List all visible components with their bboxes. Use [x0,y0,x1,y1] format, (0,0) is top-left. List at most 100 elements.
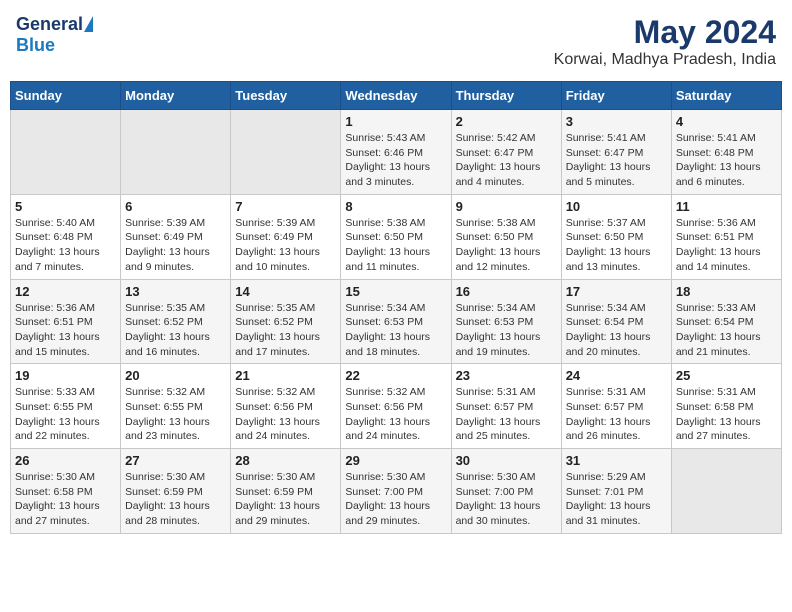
day-info: Sunrise: 5:38 AM Sunset: 6:50 PM Dayligh… [345,216,446,275]
day-info: Sunrise: 5:38 AM Sunset: 6:50 PM Dayligh… [456,216,557,275]
calendar-cell: 29Sunrise: 5:30 AM Sunset: 7:00 PM Dayli… [341,449,451,534]
day-info: Sunrise: 5:34 AM Sunset: 6:53 PM Dayligh… [345,301,446,360]
day-info: Sunrise: 5:39 AM Sunset: 6:49 PM Dayligh… [235,216,336,275]
day-number: 30 [456,453,557,468]
calendar-cell: 16 Sunrise: 5:34 AM Sunset: 6:53 PM Dayli… [451,279,561,364]
day-info: Sunrise: 5:30 AM Sunset: 6:59 PM Dayligh… [235,470,336,529]
day-number: 12 [15,284,116,299]
calendar-cell: 17Sunrise: 5:34 AM Sunset: 6:54 PM Dayli… [561,279,671,364]
day-info: Sunrise: 5:42 AM Sunset: 6:47 PM Dayligh… [456,131,557,190]
day-info: Sunrise: 5:36 AM Sunset: 6:51 PM Dayligh… [676,216,777,275]
calendar-cell: 3 Sunrise: 5:41 AM Sunset: 6:47 PM Daylig… [561,110,671,195]
calendar-cell: 27 Sunrise: 5:30 AM Sunset: 6:59 PM Dayli… [121,449,231,534]
day-header-thursday: Thursday [451,82,561,110]
location-subtitle: Korwai, Madhya Pradesh, India [554,51,776,69]
calendar-cell: 18Sunrise: 5:33 AM Sunset: 6:54 PM Dayli… [671,279,781,364]
calendar-cell: 25 Sunrise: 5:31 AM Sunset: 6:58 PM Dayli… [671,364,781,449]
logo: General Blue [16,14,93,56]
day-number: 25 [676,368,777,383]
calendar-cell: 19 Sunrise: 5:33 AM Sunset: 6:55 PM Dayli… [11,364,121,449]
title-area: May 2024 Korwai, Madhya Pradesh, India [554,14,776,69]
day-number: 15 [345,284,446,299]
calendar-cell: 4Sunrise: 5:41 AM Sunset: 6:48 PM Daylig… [671,110,781,195]
calendar-cell: 7 Sunrise: 5:39 AM Sunset: 6:49 PM Daylig… [231,194,341,279]
logo-blue-text: Blue [16,35,55,56]
day-info: Sunrise: 5:30 AM Sunset: 7:00 PM Dayligh… [456,470,557,529]
calendar-cell: 9 Sunrise: 5:38 AM Sunset: 6:50 PM Daylig… [451,194,561,279]
days-header-row: SundayMondayTuesdayWednesdayThursdayFrid… [11,82,782,110]
day-number: 23 [456,368,557,383]
calendar-cell: 10 Sunrise: 5:37 AM Sunset: 6:50 PM Dayli… [561,194,671,279]
calendar-cell: 30 Sunrise: 5:30 AM Sunset: 7:00 PM Dayli… [451,449,561,534]
day-header-tuesday: Tuesday [231,82,341,110]
day-number: 8 [345,199,446,214]
day-header-monday: Monday [121,82,231,110]
calendar-title: May 2024 [554,14,776,51]
day-number: 13 [125,284,226,299]
day-number: 26 [15,453,116,468]
calendar-cell: 31 Sunrise: 5:29 AM Sunset: 7:01 PM Dayli… [561,449,671,534]
calendar-cell: 14Sunrise: 5:35 AM Sunset: 6:52 PM Dayli… [231,279,341,364]
day-info: Sunrise: 5:35 AM Sunset: 6:52 PM Dayligh… [125,301,226,360]
day-header-sunday: Sunday [11,82,121,110]
day-number: 16 [456,284,557,299]
calendar-cell: 20 Sunrise: 5:32 AM Sunset: 6:55 PM Dayli… [121,364,231,449]
week-row-3: 12Sunrise: 5:36 AM Sunset: 6:51 PM Dayli… [11,279,782,364]
day-info: Sunrise: 5:30 AM Sunset: 6:58 PM Dayligh… [15,470,116,529]
day-number: 5 [15,199,116,214]
calendar-cell: 15 Sunrise: 5:34 AM Sunset: 6:53 PM Dayli… [341,279,451,364]
day-info: Sunrise: 5:31 AM Sunset: 6:57 PM Dayligh… [566,385,667,444]
calendar-cell [121,110,231,195]
day-info: Sunrise: 5:29 AM Sunset: 7:01 PM Dayligh… [566,470,667,529]
logo-triangle-icon [84,16,93,32]
day-number: 29 [345,453,446,468]
day-number: 20 [125,368,226,383]
day-info: Sunrise: 5:33 AM Sunset: 6:55 PM Dayligh… [15,385,116,444]
day-info: Sunrise: 5:34 AM Sunset: 6:53 PM Dayligh… [456,301,557,360]
calendar-cell: 2 Sunrise: 5:42 AM Sunset: 6:47 PM Daylig… [451,110,561,195]
calendar-cell: 13 Sunrise: 5:35 AM Sunset: 6:52 PM Dayli… [121,279,231,364]
day-number: 22 [345,368,446,383]
day-number: 19 [15,368,116,383]
day-info: Sunrise: 5:31 AM Sunset: 6:58 PM Dayligh… [676,385,777,444]
day-info: Sunrise: 5:32 AM Sunset: 6:55 PM Dayligh… [125,385,226,444]
calendar-cell: 6 Sunrise: 5:39 AM Sunset: 6:49 PM Daylig… [121,194,231,279]
day-number: 27 [125,453,226,468]
calendar-cell: 8 Sunrise: 5:38 AM Sunset: 6:50 PM Daylig… [341,194,451,279]
day-info: Sunrise: 5:37 AM Sunset: 6:50 PM Dayligh… [566,216,667,275]
calendar-cell [231,110,341,195]
day-number: 6 [125,199,226,214]
day-number: 7 [235,199,336,214]
header: General Blue May 2024 Korwai, Madhya Pra… [10,10,782,73]
calendar-table: SundayMondayTuesdayWednesdayThursdayFrid… [10,81,782,534]
day-info: Sunrise: 5:31 AM Sunset: 6:57 PM Dayligh… [456,385,557,444]
day-number: 2 [456,114,557,129]
calendar-cell: 1Sunrise: 5:43 AM Sunset: 6:46 PM Daylig… [341,110,451,195]
day-header-saturday: Saturday [671,82,781,110]
day-number: 9 [456,199,557,214]
calendar-cell: 26 Sunrise: 5:30 AM Sunset: 6:58 PM Dayli… [11,449,121,534]
day-info: Sunrise: 5:30 AM Sunset: 6:59 PM Dayligh… [125,470,226,529]
day-number: 28 [235,453,336,468]
day-number: 31 [566,453,667,468]
week-row-2: 5 Sunrise: 5:40 AM Sunset: 6:48 PM Daylig… [11,194,782,279]
day-info: Sunrise: 5:32 AM Sunset: 6:56 PM Dayligh… [345,385,446,444]
week-row-1: 1Sunrise: 5:43 AM Sunset: 6:46 PM Daylig… [11,110,782,195]
calendar-cell: 5 Sunrise: 5:40 AM Sunset: 6:48 PM Daylig… [11,194,121,279]
calendar-cell: 22 Sunrise: 5:32 AM Sunset: 6:56 PM Dayli… [341,364,451,449]
day-info: Sunrise: 5:33 AM Sunset: 6:54 PM Dayligh… [676,301,777,360]
day-number: 1 [345,114,446,129]
day-number: 24 [566,368,667,383]
calendar-cell: 21Sunrise: 5:32 AM Sunset: 6:56 PM Dayli… [231,364,341,449]
day-info: Sunrise: 5:35 AM Sunset: 6:52 PM Dayligh… [235,301,336,360]
calendar-cell: 28 Sunrise: 5:30 AM Sunset: 6:59 PM Dayli… [231,449,341,534]
day-number: 10 [566,199,667,214]
day-number: 3 [566,114,667,129]
day-info: Sunrise: 5:32 AM Sunset: 6:56 PM Dayligh… [235,385,336,444]
day-number: 17 [566,284,667,299]
day-info: Sunrise: 5:39 AM Sunset: 6:49 PM Dayligh… [125,216,226,275]
day-info: Sunrise: 5:41 AM Sunset: 6:48 PM Dayligh… [676,131,777,190]
day-header-friday: Friday [561,82,671,110]
day-info: Sunrise: 5:41 AM Sunset: 6:47 PM Dayligh… [566,131,667,190]
day-info: Sunrise: 5:40 AM Sunset: 6:48 PM Dayligh… [15,216,116,275]
